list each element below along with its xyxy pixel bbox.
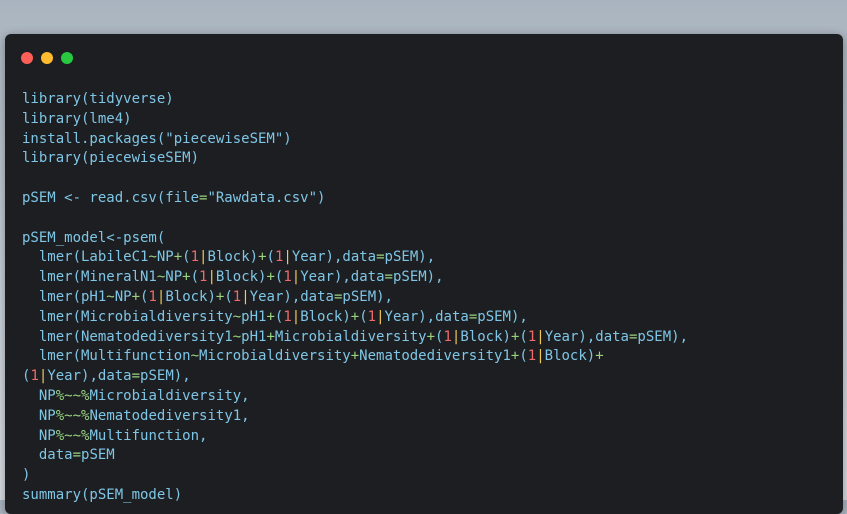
- code-line: library(tidyverse): [22, 91, 174, 107]
- code-line: lmer(MineralN1~NP+(1|Block)+(1|Year),dat…: [22, 269, 444, 286]
- window-controls: [21, 52, 73, 64]
- code-line: ): [22, 467, 31, 484]
- code-block: library(tidyverse) library(lme4) install.p…: [22, 90, 688, 506]
- code-line: lmer(Nematodediversity1~pH1+Microbialdiv…: [22, 328, 688, 345]
- minimize-button[interactable]: [41, 52, 53, 64]
- close-button[interactable]: [21, 52, 33, 64]
- code-line: lmer(Multifunction~Microbialdiversity+Ne…: [22, 348, 604, 365]
- code-line: (1|Year),data=pSEM),: [22, 368, 191, 385]
- code-line: NP%~~%Nematodediversity1,: [22, 407, 250, 424]
- code-line: data=pSEM: [22, 447, 115, 464]
- code-line: lmer(LabileC1~NP+(1|Block)+(1|Year),data…: [22, 249, 436, 266]
- code-line: pSEM_model<-psem(: [22, 229, 166, 246]
- code-window: library(tidyverse) library(lme4) install.p…: [5, 34, 843, 514]
- code-line: pSEM <- read.csv(file="Rawdata.csv"): [22, 189, 326, 206]
- code-line: summary(pSEM_model): [22, 486, 183, 503]
- code-line: library(lme4): [22, 110, 132, 127]
- code-line: NP%~~%Multifunction,: [22, 427, 208, 444]
- code-line: NP%~~%Microbialdiversity,: [22, 387, 250, 404]
- code-line: library(piecewiseSEM): [22, 150, 200, 167]
- code-line: install.packages("piecewiseSEM"): [22, 130, 292, 147]
- code-line: lmer(pH1~NP+(1|Block)+(1|Year),data=pSEM…: [22, 288, 393, 305]
- code-line: lmer(Microbialdiversity~pH1+(1|Block)+(1…: [22, 308, 528, 325]
- maximize-button[interactable]: [61, 52, 73, 64]
